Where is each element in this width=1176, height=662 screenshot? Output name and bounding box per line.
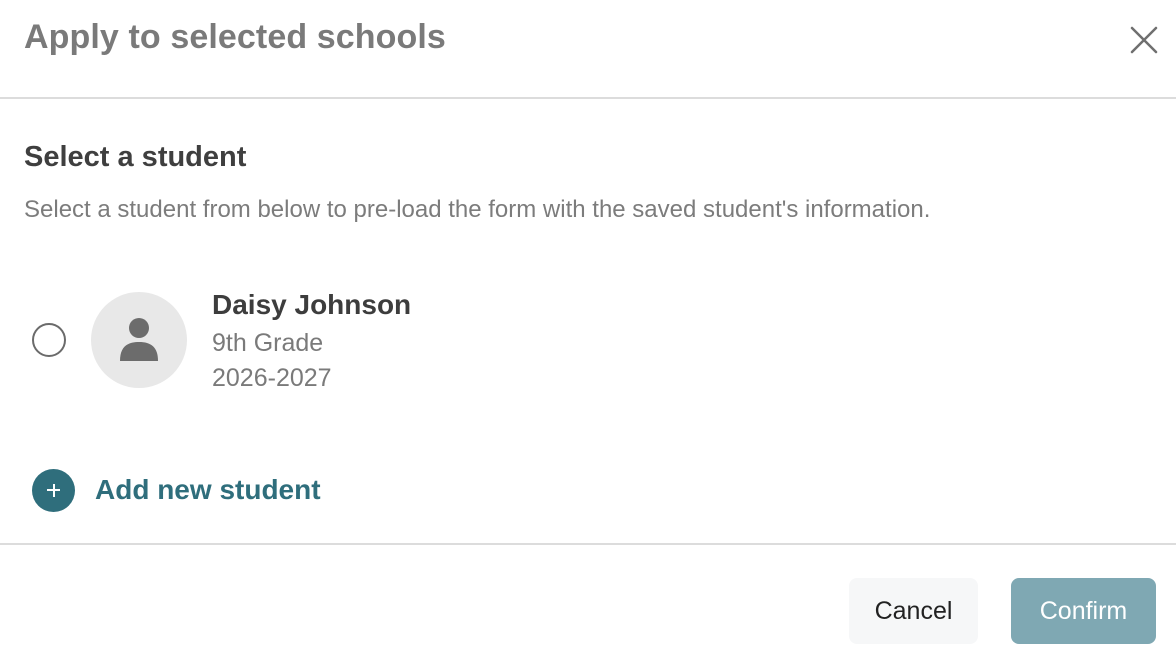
confirm-button[interactable]: Confirm	[1011, 578, 1156, 644]
section-title: Select a student	[24, 141, 247, 173]
student-name: Daisy Johnson	[212, 289, 412, 320]
section-description: Select a student from below to pre-load …	[24, 196, 931, 223]
modal-title: Apply to selected schools	[24, 18, 446, 56]
add-new-student-link[interactable]: Add new student	[32, 468, 321, 512]
apply-modal: Apply to selected schools Select a stude…	[0, 0, 1176, 662]
add-new-student-label: Add new student	[95, 474, 321, 505]
close-icon[interactable]	[1124, 20, 1164, 60]
student-grade: 9th Grade	[212, 329, 324, 357]
modal-header: Apply to selected schools	[0, 0, 1176, 99]
student-radio[interactable]	[32, 323, 66, 357]
modal-footer: Cancel Confirm	[0, 543, 1176, 662]
avatar	[91, 292, 187, 388]
cancel-button[interactable]: Cancel	[849, 578, 978, 644]
student-school-year: 2026-2027	[212, 364, 332, 392]
plus-icon	[32, 468, 75, 512]
person-icon	[120, 318, 158, 361]
student-option[interactable]: Daisy Johnson 9th Grade 2026-2027	[24, 288, 624, 398]
